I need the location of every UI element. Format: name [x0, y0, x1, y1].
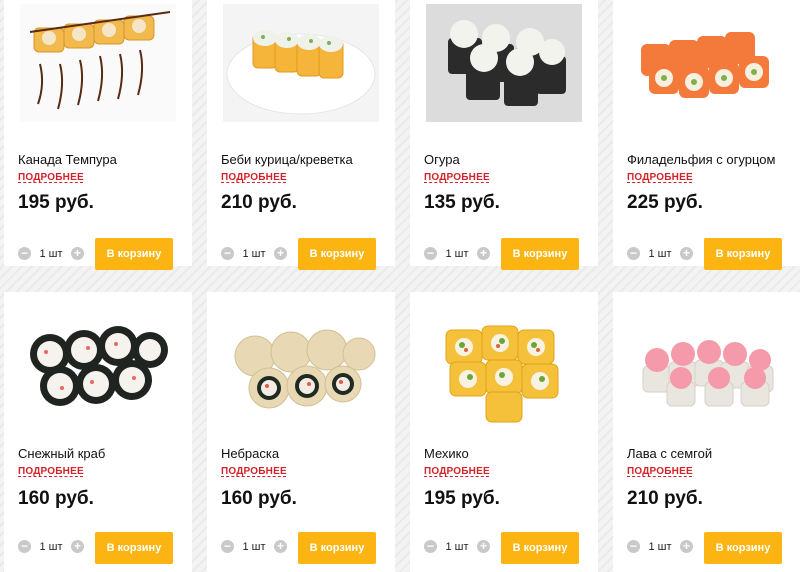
- plus-icon[interactable]: +: [477, 247, 490, 260]
- plus-icon[interactable]: +: [680, 540, 693, 553]
- details-link[interactable]: ПОДРОБНЕЕ: [424, 172, 490, 183]
- product-name[interactable]: Небраска: [221, 446, 279, 461]
- product-image[interactable]: [20, 310, 176, 428]
- product-card: Лава с семгой ПОДРОБНЕЕ 210 руб. − 1 шт …: [613, 292, 800, 572]
- product-image[interactable]: [426, 310, 582, 428]
- minus-icon[interactable]: −: [18, 247, 31, 260]
- product-name[interactable]: Филадельфия с огурцом: [627, 152, 775, 167]
- details-link[interactable]: ПОДРОБНЕЕ: [221, 172, 287, 183]
- add-to-cart-button[interactable]: В корзину: [704, 238, 782, 270]
- minus-icon[interactable]: −: [221, 540, 234, 553]
- plus-icon[interactable]: +: [274, 247, 287, 260]
- quantity-value: 1 шт: [39, 247, 63, 260]
- minus-icon[interactable]: −: [627, 247, 640, 260]
- product-image[interactable]: [426, 4, 582, 122]
- product-name[interactable]: Лава с семгой: [627, 446, 712, 461]
- product-name[interactable]: Беби курица/креветка: [221, 152, 353, 167]
- minus-icon[interactable]: −: [18, 540, 31, 553]
- product-price: 210 руб.: [627, 488, 703, 509]
- details-link[interactable]: ПОДРОБНЕЕ: [18, 172, 84, 183]
- add-to-cart-button[interactable]: В корзину: [501, 532, 579, 564]
- minus-icon[interactable]: −: [424, 540, 437, 553]
- product-card: Канада Темпура ПОДРОБНЕЕ 195 руб. − 1 шт…: [4, 0, 192, 270]
- product-image[interactable]: [629, 310, 785, 428]
- details-link[interactable]: ПОДРОБНЕЕ: [627, 172, 693, 183]
- quantity-value: 1 шт: [445, 540, 469, 553]
- quantity-stepper: − 1 шт +: [627, 247, 693, 260]
- product-image[interactable]: [20, 4, 176, 122]
- product-card: Огура ПОДРОБНЕЕ 135 руб. − 1 шт + В корз…: [410, 0, 598, 270]
- quantity-value: 1 шт: [648, 247, 672, 260]
- quantity-stepper: − 1 шт +: [424, 540, 490, 553]
- plus-icon[interactable]: +: [71, 247, 84, 260]
- product-image[interactable]: [629, 4, 785, 122]
- product-image[interactable]: [223, 310, 379, 428]
- quantity-value: 1 шт: [445, 247, 469, 260]
- product-card: Снежный краб ПОДРОБНЕЕ 160 руб. − 1 шт +…: [4, 292, 192, 572]
- plus-icon[interactable]: +: [274, 540, 287, 553]
- plus-icon[interactable]: +: [71, 540, 84, 553]
- plus-icon[interactable]: +: [477, 540, 490, 553]
- product-card: Мехико ПОДРОБНЕЕ 195 руб. − 1 шт + В кор…: [410, 292, 598, 572]
- product-price: 135 руб.: [424, 192, 500, 213]
- product-name[interactable]: Канада Темпура: [18, 152, 117, 167]
- product-price: 195 руб.: [424, 488, 500, 509]
- quantity-value: 1 шт: [242, 540, 266, 553]
- product-price: 195 руб.: [18, 192, 94, 213]
- product-name[interactable]: Мехико: [424, 446, 469, 461]
- product-name[interactable]: Огура: [424, 152, 460, 167]
- minus-icon[interactable]: −: [627, 540, 640, 553]
- minus-icon[interactable]: −: [424, 247, 437, 260]
- product-price: 160 руб.: [221, 488, 297, 509]
- product-grid: Канада Темпура ПОДРОБНЕЕ 195 руб. − 1 шт…: [0, 0, 800, 572]
- details-link[interactable]: ПОДРОБНЕЕ: [627, 466, 693, 477]
- product-name[interactable]: Снежный краб: [18, 446, 105, 461]
- quantity-stepper: − 1 шт +: [18, 247, 84, 260]
- product-price: 210 руб.: [221, 192, 297, 213]
- product-card: Небраска ПОДРОБНЕЕ 160 руб. − 1 шт + В к…: [207, 292, 395, 572]
- details-link[interactable]: ПОДРОБНЕЕ: [424, 466, 490, 477]
- quantity-stepper: − 1 шт +: [221, 247, 287, 260]
- quantity-value: 1 шт: [648, 540, 672, 553]
- product-card: Беби курица/креветка ПОДРОБНЕЕ 210 руб. …: [207, 0, 395, 270]
- product-price: 160 руб.: [18, 488, 94, 509]
- details-link[interactable]: ПОДРОБНЕЕ: [221, 466, 287, 477]
- details-link[interactable]: ПОДРОБНЕЕ: [18, 466, 84, 477]
- add-to-cart-button[interactable]: В корзину: [298, 238, 376, 270]
- product-image[interactable]: [223, 4, 379, 122]
- plus-icon[interactable]: +: [680, 247, 693, 260]
- quantity-stepper: − 1 шт +: [627, 540, 693, 553]
- product-card: Филадельфия с огурцом ПОДРОБНЕЕ 225 руб.…: [613, 0, 800, 270]
- add-to-cart-button[interactable]: В корзину: [501, 238, 579, 270]
- minus-icon[interactable]: −: [221, 247, 234, 260]
- add-to-cart-button[interactable]: В корзину: [95, 532, 173, 564]
- add-to-cart-button[interactable]: В корзину: [95, 238, 173, 270]
- quantity-stepper: − 1 шт +: [424, 247, 490, 260]
- quantity-stepper: − 1 шт +: [221, 540, 287, 553]
- product-price: 225 руб.: [627, 192, 703, 213]
- quantity-value: 1 шт: [39, 540, 63, 553]
- add-to-cart-button[interactable]: В корзину: [704, 532, 782, 564]
- quantity-stepper: − 1 шт +: [18, 540, 84, 553]
- add-to-cart-button[interactable]: В корзину: [298, 532, 376, 564]
- quantity-value: 1 шт: [242, 247, 266, 260]
